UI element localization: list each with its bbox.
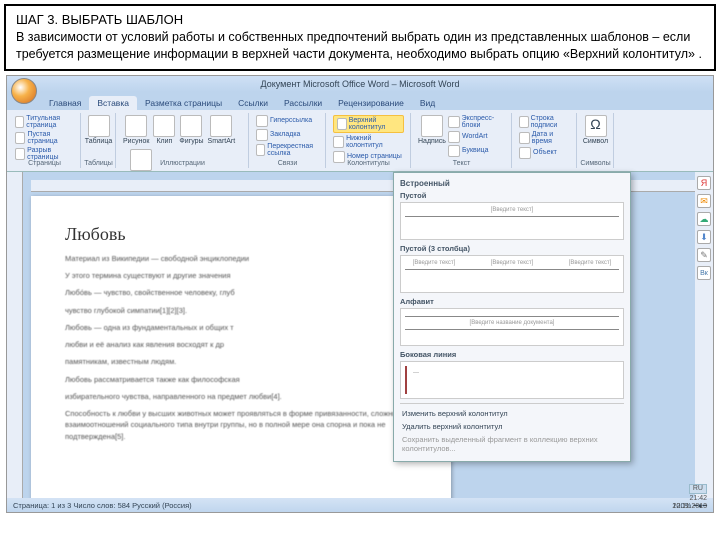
tab-view[interactable]: Вид <box>412 96 443 110</box>
datetime-button[interactable]: Дата и время <box>519 131 570 145</box>
sb-icon[interactable]: ✎ <box>697 248 711 262</box>
dd-builtin-label: Встроенный <box>400 179 624 188</box>
ribbon-group-symbols: ΩСимвол Символы <box>578 113 614 168</box>
sb-icon[interactable]: Вк <box>697 266 711 280</box>
picture-button[interactable]: Рисунок <box>123 115 149 145</box>
sb-icon[interactable]: Я <box>697 176 711 190</box>
statusbar: Страница: 1 из 3 Число слов: 584 Русский… <box>7 498 713 513</box>
doc-heading: Любовь <box>65 224 417 245</box>
ribbon-group-headerfooter: Верхний колонтитул Нижний колонтитул Ном… <box>327 113 411 168</box>
dd-remove-header[interactable]: Удалить верхний колонтитул <box>400 420 624 433</box>
tab-mailings[interactable]: Рассылки <box>276 96 330 110</box>
tab-review[interactable]: Рецензирование <box>330 96 412 110</box>
wordart-button[interactable]: WordArt <box>448 131 511 143</box>
shapes-button[interactable]: Фигуры <box>179 115 203 145</box>
header-gallery-dropdown: Встроенный Пустой [Введите текст] Пустой… <box>393 172 631 462</box>
blank-page-button[interactable]: Пустая страница <box>15 131 74 145</box>
ribbon-group-tables: Таблица Таблицы <box>82 113 116 168</box>
tab-layout[interactable]: Разметка страницы <box>137 96 230 110</box>
lang-indicator[interactable]: RU <box>689 484 707 494</box>
ribbon-group-pages: Титульная страница Пустая страница Разры… <box>9 113 81 168</box>
bookmark-button[interactable]: Закладка <box>256 129 319 141</box>
ribbon-group-illustrations: Рисунок Клип Фигуры SmartArt Диаграмма И… <box>117 113 249 168</box>
quickparts-button[interactable]: Экспресс-блоки <box>448 115 511 129</box>
dropcap-button[interactable]: Буквица <box>448 145 511 157</box>
dd-option-blank3col[interactable]: [Введите текст][Введите текст][Введите т… <box>400 255 624 293</box>
instruction-body: В зависимости от условий работы и собств… <box>16 29 704 63</box>
sb-icon[interactable]: ☁ <box>697 212 711 226</box>
word-window: Документ Microsoft Office Word – Microso… <box>6 75 714 513</box>
hyperlink-button[interactable]: Гиперссылка <box>256 115 319 127</box>
crossref-button[interactable]: Перекрестная ссылка <box>256 143 319 157</box>
instruction-box: ШАГ 3. ВЫБРАТЬ ШАБЛОН В зависимости от у… <box>4 4 716 71</box>
clip-button[interactable]: Клип <box>153 115 175 145</box>
instruction-title: ШАГ 3. ВЫБРАТЬ ШАБЛОН <box>16 12 704 27</box>
ribbon-group-links: Гиперссылка Закладка Перекрестная ссылка… <box>250 113 326 168</box>
browser-sidebar: Я ✉ ☁ ⬇ ✎ Вк <box>695 172 713 498</box>
system-clock: RU 21:4220.11.2013 <box>672 484 707 512</box>
ribbon-group-text2: Строка подписи Дата и время Объект <box>513 113 577 168</box>
header-button[interactable]: Верхний колонтитул <box>333 115 404 133</box>
sb-icon[interactable]: ⬇ <box>697 230 711 244</box>
signature-button[interactable]: Строка подписи <box>519 115 570 129</box>
symbol-button[interactable]: ΩСимвол <box>584 115 607 145</box>
window-title: Документ Microsoft Office Word – Microso… <box>261 79 460 89</box>
dd-option-blank[interactable]: [Введите текст] <box>400 202 624 240</box>
object-button[interactable]: Объект <box>519 147 570 159</box>
tab-references[interactable]: Ссылки <box>230 96 276 110</box>
page[interactable]: Любовь Материал из Википедии — свободной… <box>31 196 451 498</box>
ribbon-group-text: Надпись Экспресс-блоки WordArt Буквица Т… <box>412 113 512 168</box>
footer-button[interactable]: Нижний колонтитул <box>333 135 404 149</box>
dd-save-selection: Сохранить выделенный фрагмент в коллекци… <box>400 433 624 455</box>
sb-icon[interactable]: ✉ <box>697 194 711 208</box>
ribbon-tabs: Главная Вставка Разметка страницы Ссылки… <box>7 92 713 110</box>
dd-option-sideline[interactable]: — <box>400 361 624 399</box>
tab-insert[interactable]: Вставка <box>89 96 137 110</box>
vertical-ruler <box>7 172 23 498</box>
ribbon: Титульная страница Пустая страница Разры… <box>7 110 713 172</box>
smartart-button[interactable]: SmartArt <box>208 115 236 145</box>
titlebar: Документ Microsoft Office Word – Microso… <box>7 76 713 92</box>
cover-page-button[interactable]: Титульная страница <box>15 115 74 129</box>
status-left: Страница: 1 из 3 Число слов: 584 Русский… <box>13 501 192 510</box>
office-button[interactable] <box>11 78 37 104</box>
page-break-button[interactable]: Разрыв страницы <box>15 147 74 161</box>
textbox-button[interactable]: Надпись <box>418 115 446 145</box>
tab-home[interactable]: Главная <box>41 96 89 110</box>
dd-edit-header[interactable]: Изменить верхний колонтитул <box>400 407 624 420</box>
table-button[interactable]: Таблица <box>88 115 109 145</box>
dd-option-alphabet[interactable]: [Введите название документа] <box>400 308 624 346</box>
